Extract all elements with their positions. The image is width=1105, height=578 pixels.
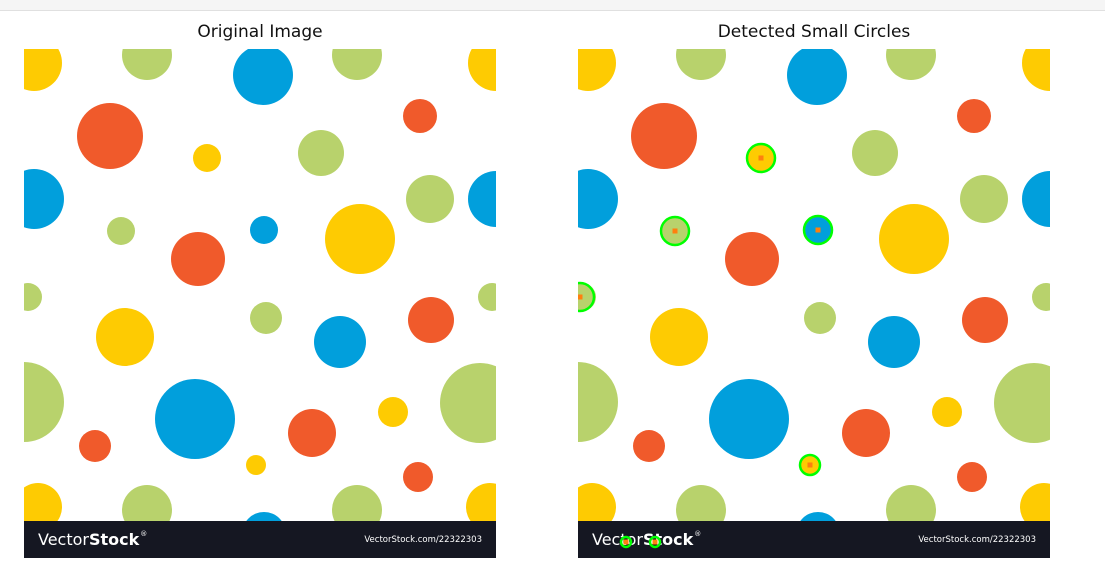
vectorstock-logo: VectorStock®	[38, 530, 148, 549]
polka-dot	[408, 297, 454, 343]
polka-dot	[868, 316, 920, 368]
polka-dot	[440, 363, 496, 443]
polka-dot	[957, 99, 991, 133]
polka-dot	[24, 49, 62, 91]
polka-dot	[478, 283, 496, 311]
polka-dot	[171, 232, 225, 286]
polka-dot	[578, 169, 618, 229]
polka-dot	[747, 144, 775, 172]
watermark-banner: VectorStock® VectorStock.com/22322303	[24, 521, 496, 558]
polka-dot	[578, 283, 596, 311]
polka-dot	[842, 409, 890, 457]
polka-dot	[709, 379, 789, 459]
polka-dot	[661, 217, 689, 245]
polka-dot	[994, 363, 1050, 443]
polka-dot	[325, 204, 395, 274]
watermark-banner: VectorStock® VectorStock.com/22322303	[578, 521, 1050, 558]
polka-dot	[962, 297, 1008, 343]
polka-dot	[378, 397, 408, 427]
polka-dot	[250, 216, 278, 244]
polka-dot	[77, 103, 143, 169]
polka-dot	[403, 99, 437, 133]
polka-dot	[960, 175, 1008, 223]
polka-dot	[787, 49, 847, 105]
polka-dot	[250, 302, 282, 334]
polka-dot	[804, 216, 832, 244]
original-image	[24, 49, 496, 556]
polka-dot	[233, 49, 293, 105]
polka-dot	[578, 49, 616, 91]
polka-dot	[122, 49, 172, 80]
polka-dot	[1022, 171, 1050, 227]
watermark-url: VectorStock.com/22322303	[918, 535, 1036, 545]
polka-dot	[578, 362, 618, 442]
detected-image	[578, 49, 1050, 556]
polka-dot	[246, 455, 266, 475]
polka-dot	[298, 130, 344, 176]
polka-dot	[1022, 49, 1050, 91]
polka-dot	[24, 169, 64, 229]
polka-dot	[406, 175, 454, 223]
original-image-title: Original Image	[197, 22, 323, 42]
watermark-url: VectorStock.com/22322303	[364, 535, 482, 545]
polka-dot	[879, 204, 949, 274]
polka-dot	[852, 130, 898, 176]
polka-dot	[468, 49, 496, 91]
original-image-panel: VectorStock® VectorStock.com/22322303	[24, 49, 496, 558]
polka-dot	[633, 430, 665, 462]
polka-dot	[804, 302, 836, 334]
polka-dot	[957, 462, 987, 492]
polka-dot	[650, 308, 708, 366]
notebook-output-strip	[0, 0, 1105, 11]
polka-dot	[155, 379, 235, 459]
polka-dot	[800, 455, 820, 475]
vectorstock-logo: VectorStock®	[592, 530, 702, 549]
polka-dot	[631, 103, 697, 169]
detected-circles-title: Detected Small Circles	[717, 22, 911, 42]
polka-dot	[725, 232, 779, 286]
polka-dot	[314, 316, 366, 368]
polka-dot	[932, 397, 962, 427]
polka-dot	[79, 430, 111, 462]
polka-dot	[193, 144, 221, 172]
polka-dot	[332, 49, 382, 80]
polka-dot	[886, 49, 936, 80]
polka-dot	[96, 308, 154, 366]
polka-dot	[403, 462, 433, 492]
detected-circles-panel: VectorStock® VectorStock.com/22322303	[578, 49, 1050, 558]
polka-dot	[468, 171, 496, 227]
polka-dot	[24, 362, 64, 442]
polka-dot	[288, 409, 336, 457]
polka-dot	[24, 283, 42, 311]
polka-dot	[676, 49, 726, 80]
polka-dot	[107, 217, 135, 245]
polka-dot	[1032, 283, 1050, 311]
